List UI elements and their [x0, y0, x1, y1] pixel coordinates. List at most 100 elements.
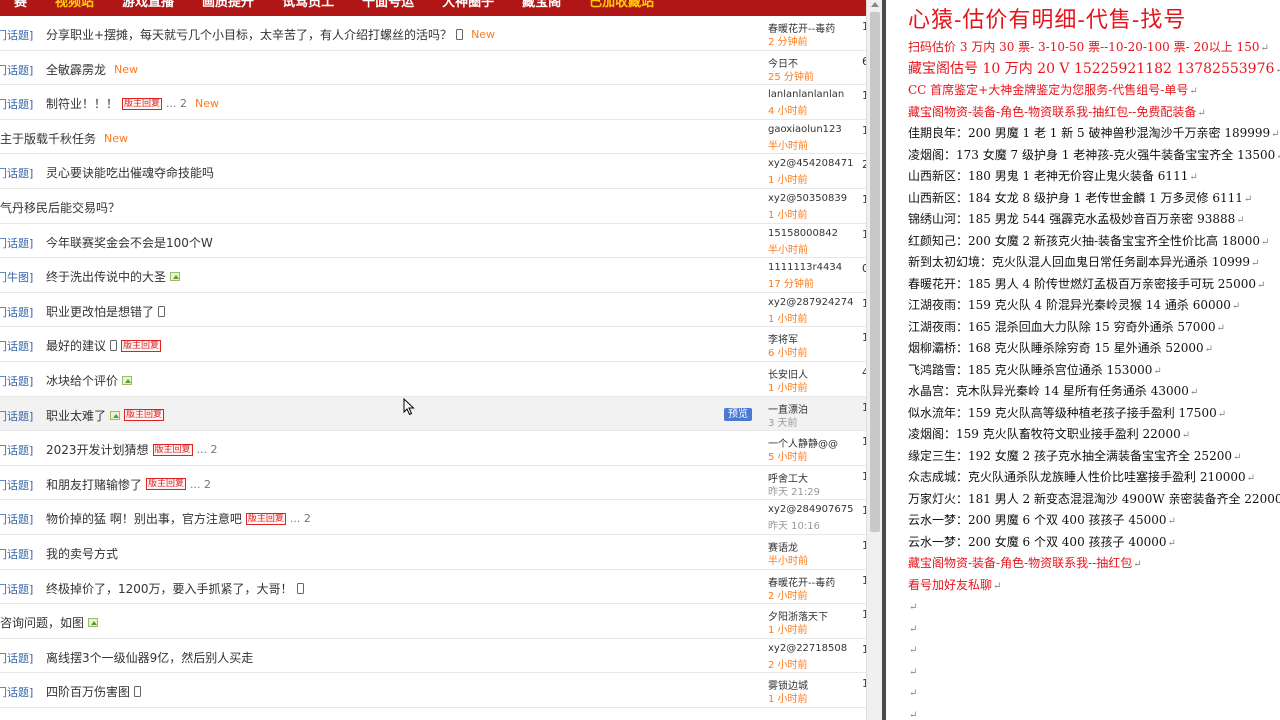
- thread-title[interactable]: 离线摆3个一级仙器9亿，然后别人买走: [46, 649, 253, 666]
- thread-title-text[interactable]: 四阶百万伤害图: [46, 683, 130, 700]
- thread-title-text[interactable]: 咨询问题，如图: [0, 614, 84, 631]
- table-row[interactable]: 门话题] 和朋友打赌输惨了 版主回复... 2 呼舍工大 昨天 21:29 1: [0, 466, 866, 501]
- thread-author[interactable]: 15158000842: [768, 228, 858, 239]
- thread-author[interactable]: xy2@22718508: [768, 643, 858, 654]
- table-row[interactable]: 门话题] 四阶百万伤害图 雾锁边城 1 小时前 1: [0, 673, 866, 708]
- thread-title[interactable]: 今年联赛奖金会不会是100个W: [46, 234, 213, 251]
- thread-category[interactable]: 门话题]: [0, 442, 33, 458]
- thread-title-text[interactable]: 冰块给个评价: [46, 372, 118, 389]
- nav-item[interactable]: 赛: [0, 0, 41, 12]
- table-row[interactable]: 门话题] 2023开发计划猜想 版主回复... 2 一个人静静@@ 5 小时前 1: [0, 431, 866, 466]
- table-row[interactable]: 门话题] 制符业！！！ 版主回复... 2 New lanlanlanlanlan 4 小…: [0, 85, 866, 120]
- thread-title-text[interactable]: 主于版载千秋任务: [0, 130, 96, 147]
- table-row[interactable]: 主于版载千秋任务 New gaoxiaolun123 半小时前 1: [0, 120, 866, 155]
- nav-item[interactable]: 游戏直播: [108, 0, 188, 12]
- thread-title-text[interactable]: 今年联赛奖金会不会是100个W: [46, 234, 213, 251]
- thread-category[interactable]: 门话题]: [0, 96, 33, 112]
- nav-item[interactable]: 视频站: [41, 0, 108, 12]
- nav-item[interactable]: 试驾员工: [268, 0, 348, 12]
- thread-title[interactable]: 全敏霹雳龙 New: [46, 61, 138, 78]
- thread-category[interactable]: 门话题]: [0, 235, 33, 251]
- thread-title[interactable]: 咨询问题，如图: [0, 614, 99, 631]
- thread-title-text[interactable]: 全敏霹雳龙: [46, 61, 106, 78]
- thread-title[interactable]: 制符业！！！ 版主回复... 2 New: [46, 95, 219, 112]
- thread-title[interactable]: 分享职业+摆摊，每天就亏几个小目标，太辛苦了，有人介绍打螺丝的活吗？ New: [46, 26, 495, 43]
- thread-category[interactable]: 门话题]: [0, 408, 33, 424]
- nav-item[interactable]: 大神圈子: [428, 0, 508, 12]
- thread-category[interactable]: 门话题]: [0, 511, 33, 527]
- thread-category[interactable]: 门牛图]: [0, 269, 33, 285]
- table-row[interactable]: 门话题] 离线摆3个一级仙器9亿，然后别人买走 xy2@22718508 2 小时前 1: [0, 639, 866, 674]
- nav-item[interactable]: 已加收藏站: [575, 0, 668, 12]
- thread-title-text[interactable]: 灵心要诀能吃出催魂夺命技能吗: [46, 164, 214, 181]
- table-row[interactable]: 门话题] 物价掉的猛 啊！别出事，官方注意吧 版主回复 ... 2 xy2@284907…: [0, 500, 866, 535]
- thread-category[interactable]: 门话题]: [0, 684, 33, 700]
- thread-title[interactable]: 四阶百万伤害图: [46, 683, 142, 700]
- page-links[interactable]: ... 2: [166, 97, 187, 110]
- thread-title-text[interactable]: 气丹移民后能交易吗？: [0, 199, 120, 216]
- page-links[interactable]: ... 2: [197, 443, 218, 456]
- thread-category[interactable]: 门话题]: [0, 546, 33, 562]
- thread-title[interactable]: 气丹移民后能交易吗？: [0, 199, 120, 216]
- scroll-up-icon[interactable]: [871, 2, 879, 7]
- table-row[interactable]: 门话题] 职业更改怕是想错了 xy2@287924274 1 小时前 1: [0, 293, 866, 328]
- thread-author[interactable]: gaoxiaolun123: [768, 124, 858, 135]
- thread-title[interactable]: 灵心要诀能吃出催魂夺命技能吗: [46, 164, 214, 181]
- thread-title-text[interactable]: 2023开发计划猜想: [46, 441, 149, 458]
- thread-title-text[interactable]: 离线摆3个一级仙器9亿，然后别人买走: [46, 649, 253, 666]
- thread-author[interactable]: xy2@284907675: [768, 504, 858, 515]
- thread-title[interactable]: 和朋友打赌输惨了 版主回复... 2: [46, 476, 211, 493]
- thread-category[interactable]: 门话题]: [0, 165, 33, 181]
- nav-item[interactable]: 画质提升: [188, 0, 268, 12]
- thread-title[interactable]: 职业更改怕是想错了: [46, 303, 166, 320]
- preview-button[interactable]: 预览: [724, 407, 752, 421]
- scrollbar[interactable]: [866, 0, 882, 720]
- thread-title-text[interactable]: 和朋友打赌输惨了: [46, 476, 142, 493]
- page-links[interactable]: ... 2: [190, 478, 211, 491]
- thread-title-text[interactable]: 制符业！！！: [46, 95, 118, 112]
- table-row[interactable]: 门牛图] 终于洗出传说中的大圣 1111113r4434 17 分钟前 0: [0, 258, 866, 293]
- thread-title[interactable]: 最好的建议 版主回复: [46, 337, 162, 354]
- table-row[interactable]: 门话题] 最好的建议 版主回复 李将军 6 小时前 1: [0, 327, 866, 362]
- notepad-panel[interactable]: 心猿-估价有明细-代售-找号 扫码估价 3 万内 30 票- 3-10-50 票…: [886, 0, 1280, 720]
- thread-category[interactable]: 门话题]: [0, 477, 33, 493]
- thread-author[interactable]: 1111113r4434: [768, 262, 858, 273]
- thread-title-text[interactable]: 职业太难了: [46, 407, 106, 424]
- thread-title[interactable]: 物价掉的猛 啊！别出事，官方注意吧 版主回复 ... 2: [46, 510, 311, 527]
- table-row[interactable]: 门话题] 分享职业+摆摊，每天就亏几个小目标，太辛苦了，有人介绍打螺丝的活吗？ Ne…: [0, 16, 866, 51]
- thread-title[interactable]: 终于洗出传说中的大圣: [46, 268, 181, 285]
- thread-title-text[interactable]: 分享职业+摆摊，每天就亏几个小目标，太辛苦了，有人介绍打螺丝的活吗？: [46, 26, 452, 43]
- page-links[interactable]: ... 2: [290, 512, 311, 525]
- thread-title-text[interactable]: 最好的建议: [46, 337, 106, 354]
- thread-author[interactable]: xy2@454208471: [768, 158, 858, 169]
- table-row[interactable]: 咨询问题，如图 夕阳浙落天下 1 小时前 1: [0, 604, 866, 639]
- table-row[interactable]: 门话题] 灵心要诀能吃出催魂夺命技能吗 xy2@454208471 1 小时前 2: [0, 154, 866, 189]
- thread-title[interactable]: 主于版载千秋任务 New: [0, 130, 128, 147]
- scroll-thumb[interactable]: [870, 12, 880, 532]
- table-row[interactable]: 门话题] 冰块给个评价 长安旧人 1 小时前 4: [0, 362, 866, 397]
- thread-category[interactable]: 门话题]: [0, 62, 33, 78]
- thread-title[interactable]: 冰块给个评价: [46, 372, 133, 389]
- thread-category[interactable]: 门话题]: [0, 338, 33, 354]
- thread-category[interactable]: 门话题]: [0, 650, 33, 666]
- thread-title-text[interactable]: 物价掉的猛 啊！别出事，官方注意吧: [46, 510, 242, 527]
- table-row[interactable]: 门话题] 终极掉价了，1200万，要入手抓紧了，大哥！ 春暖花开--毒药 2 小时前 1: [0, 570, 866, 605]
- thread-author[interactable]: xy2@287924274: [768, 297, 858, 308]
- table-row[interactable]: 门话题] 全敏霹雳龙 New 今日不 25 分钟前 6: [0, 51, 866, 86]
- thread-category[interactable]: 门话题]: [0, 373, 33, 389]
- thread-title-text[interactable]: 终于洗出传说中的大圣: [46, 268, 166, 285]
- table-row[interactable]: 气丹移民后能交易吗？ xy2@50350839 1 小时前 1: [0, 189, 866, 224]
- nav-item[interactable]: 千面号运: [348, 0, 428, 12]
- table-row[interactable]: 门话题] 职业太难了 版主回复 预览 一直漂泊 3 天前 1: [0, 396, 866, 432]
- thread-title-text[interactable]: 我的卖号方式: [46, 545, 118, 562]
- thread-category[interactable]: 门话题]: [0, 581, 33, 597]
- thread-title[interactable]: 2023开发计划猜想 版主回复 ... 2: [46, 441, 218, 458]
- thread-category[interactable]: 门话题]: [0, 304, 33, 320]
- nav-item[interactable]: 藏宝阁: [508, 0, 575, 12]
- table-row[interactable]: 门话题] 今年联赛奖金会不会是100个W 15158000842 半小时前 1: [0, 224, 866, 259]
- thread-title-text[interactable]: 终极掉价了，1200万，要入手抓紧了，大哥！: [46, 580, 293, 597]
- thread-author[interactable]: lanlanlanlanlan: [768, 89, 858, 100]
- thread-category[interactable]: 门话题]: [0, 27, 33, 43]
- thread-title-text[interactable]: 职业更改怕是想错了: [46, 303, 154, 320]
- thread-title[interactable]: 终极掉价了，1200万，要入手抓紧了，大哥！: [46, 580, 304, 597]
